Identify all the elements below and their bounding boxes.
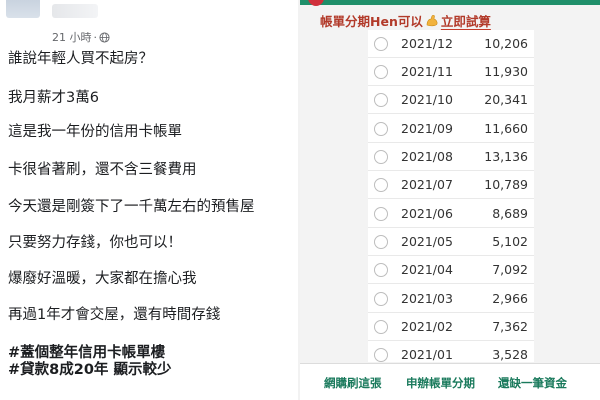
author-name-redacted	[52, 4, 98, 18]
bill-month: 2021/08	[401, 149, 453, 165]
radio-button[interactable]	[374, 177, 388, 192]
globe-icon	[99, 31, 110, 43]
bill-amount: 5,102	[492, 234, 528, 250]
installment-promo-banner[interactable]: 帳單分期Hen可以 立即試算	[320, 8, 491, 32]
bill-amount: 10,789	[484, 177, 528, 193]
bill-month: 2021/04	[401, 262, 453, 278]
bill-month: 2021/01	[401, 347, 453, 362]
radio-button[interactable]	[374, 206, 388, 221]
bill-month: 2021/03	[401, 291, 453, 307]
bill-row[interactable]: 2021/04 7,092	[368, 256, 534, 285]
bill-row[interactable]: 2021/06 8,689	[368, 200, 534, 229]
need-funds-button[interactable]: 還缺一筆資金	[498, 375, 567, 391]
radio-button[interactable]	[374, 149, 388, 164]
calculate-now-link[interactable]: 立即試算	[441, 11, 491, 30]
post-line: 我月薪才3萬6	[8, 90, 99, 106]
bill-month: 2021/05	[401, 234, 453, 250]
bill-row[interactable]: 2021/11 11,930	[368, 58, 534, 87]
bill-month: 2021/06	[401, 206, 453, 222]
bill-row[interactable]: 2021/12 10,206	[368, 30, 534, 59]
bill-month: 2021/12	[401, 36, 453, 52]
apply-installment-button[interactable]: 申辦帳單分期	[406, 375, 475, 391]
bill-row[interactable]: 2021/08 13,136	[368, 143, 534, 172]
post-timestamp[interactable]: 21 小時	[52, 29, 92, 45]
radio-button[interactable]	[374, 121, 388, 136]
radio-button[interactable]	[374, 319, 388, 334]
radio-button[interactable]	[374, 64, 388, 79]
post-line: 卡很省著刷，還不含三餐費用	[8, 162, 197, 178]
bill-month: 2021/07	[401, 177, 453, 193]
social-post: 21 小時 · 誰說年輕人買不起房？ 我月薪才3萬6 這是我一年份的信用卡帳單 …	[0, 0, 298, 400]
app-header-strip	[300, 0, 600, 5]
post-line: 今天還是剛簽下了一千萬左右的預售屋	[8, 199, 255, 215]
post-line: 這是我一年份的信用卡帳單	[8, 124, 182, 140]
avatar[interactable]	[6, 0, 40, 18]
bill-amount: 7,362	[492, 319, 528, 335]
hashtag-link[interactable]: #蓋個整年信用卡帳單樓	[8, 344, 165, 362]
online-shopping-button[interactable]: 網購刷這張	[324, 375, 382, 391]
bill-amount: 8,689	[492, 206, 528, 222]
app-logo	[308, 0, 324, 6]
bill-amount: 7,092	[492, 262, 528, 278]
bottom-action-bar: 網購刷這張 申辦帳單分期 還缺一筆資金	[300, 363, 600, 400]
radio-button[interactable]	[374, 234, 388, 249]
promo-text: 帳單分期Hen可以	[320, 13, 423, 29]
radio-button[interactable]	[374, 291, 388, 306]
bill-amount: 11,930	[484, 64, 528, 80]
bill-row[interactable]: 2021/07 10,789	[368, 171, 534, 200]
bill-row[interactable]: 2021/10 20,341	[368, 86, 534, 115]
bill-row[interactable]: 2021/03 2,966	[368, 285, 534, 314]
radio-button[interactable]	[374, 92, 388, 107]
radio-button[interactable]	[374, 36, 388, 51]
hashtag-link[interactable]: #貸款8成20年 顯示較少	[8, 361, 171, 379]
bill-amount: 13,136	[484, 149, 528, 165]
bill-month: 2021/11	[401, 64, 453, 80]
bill-row[interactable]: 2021/09 11,660	[368, 115, 534, 144]
post-line: 只要努力存錢，你也可以！	[8, 235, 182, 251]
bill-month: 2021/09	[401, 121, 453, 137]
bill-amount: 3,528	[492, 347, 528, 362]
bill-amount: 10,206	[484, 36, 528, 52]
bill-month: 2021/10	[401, 92, 453, 108]
flexed-biceps-icon	[426, 14, 438, 27]
radio-button[interactable]	[374, 347, 388, 362]
bill-row[interactable]: 2021/02 7,362	[368, 313, 534, 342]
post-meta: 21 小時 ·	[52, 29, 110, 45]
bill-amount: 11,660	[484, 121, 528, 137]
bill-amount: 2,966	[492, 291, 528, 307]
bill-amount: 20,341	[484, 92, 528, 108]
meta-separator: ·	[93, 30, 98, 44]
bill-row[interactable]: 2021/01 3,528	[368, 341, 534, 362]
bank-app: 帳單分期Hen可以 立即試算 2021/12 10,206 2021/11 11,9…	[300, 0, 600, 400]
post-line: 誰說年輕人買不起房？	[8, 51, 153, 67]
post-line: 爆廢好溫暖，大家都在擔心我	[8, 271, 197, 287]
bill-month: 2021/02	[401, 319, 453, 335]
post-line: 再過1年才會交屋，還有時間存錢	[8, 307, 221, 323]
bill-row[interactable]: 2021/05 5,102	[368, 228, 534, 257]
radio-button[interactable]	[374, 262, 388, 277]
bill-list: 2021/12 10,206 2021/11 11,930 2021/10 20,34…	[368, 30, 534, 362]
